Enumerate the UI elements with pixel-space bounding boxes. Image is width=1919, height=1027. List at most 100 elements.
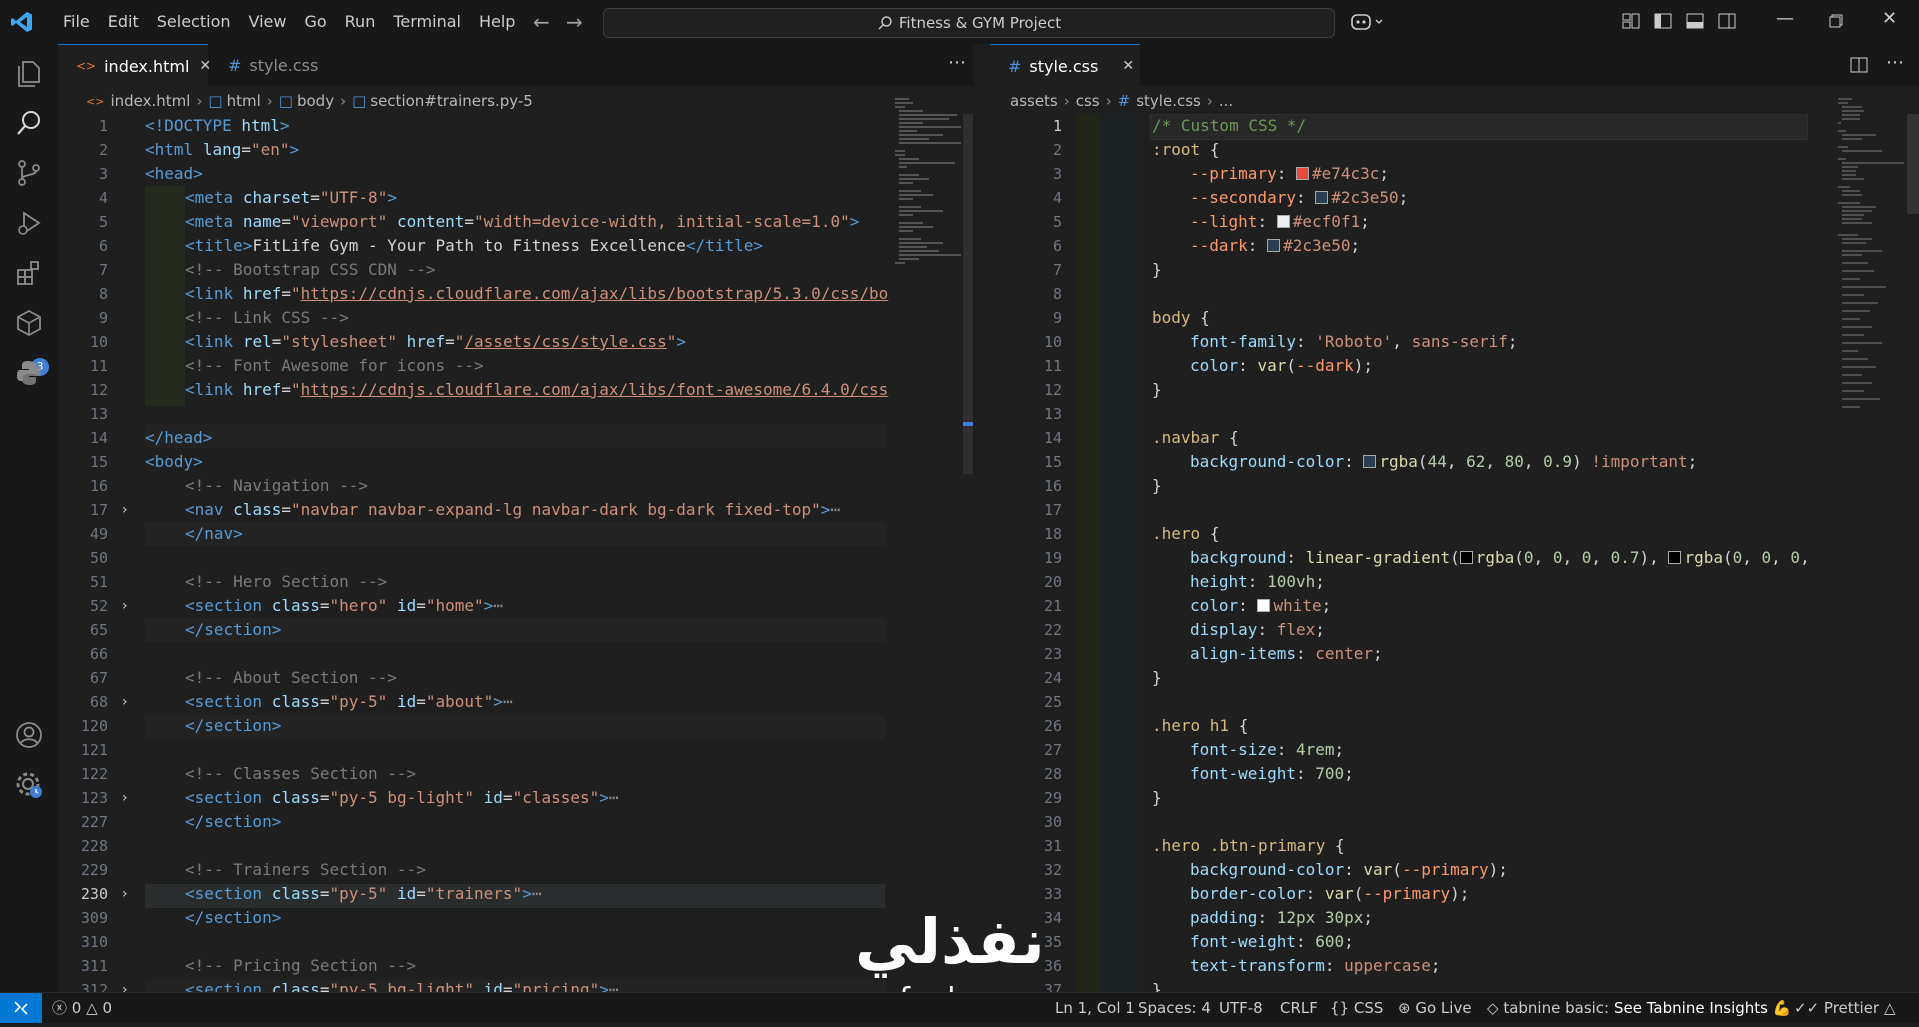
color-swatch[interactable] bbox=[1276, 215, 1290, 228]
forward-arrow-icon[interactable]: → bbox=[566, 10, 583, 34]
tabnine-status[interactable]: ◇ tabnine basic: bbox=[1487, 993, 1609, 1023]
fold-chevron-icon[interactable]: › bbox=[122, 882, 128, 906]
line-number: 17 bbox=[1043, 501, 1062, 519]
code-editor-right[interactable]: 1 2 3 4 5 6 7 8 9 10 11 12 13 14 15 16 17 18 19 20 21 22 23 24 2… bbox=[990, 114, 1820, 992]
breadcrumb-item[interactable]: html bbox=[227, 92, 261, 110]
copilot-icon[interactable] bbox=[1350, 12, 1386, 32]
editor-group-right: # style.css ✕ ⋯ assets › css › # style.c… bbox=[990, 44, 1919, 992]
breadcrumb-item[interactable]: ... bbox=[1219, 92, 1233, 110]
run-debug-icon[interactable] bbox=[14, 208, 44, 238]
encoding[interactable]: UTF-8 bbox=[1219, 993, 1263, 1023]
code-line: <!-- Trainers Section --> bbox=[185, 860, 426, 879]
remote-indicator[interactable] bbox=[0, 993, 42, 1023]
minimize-icon[interactable]: — bbox=[1776, 8, 1794, 29]
customize-layout-icon[interactable] bbox=[1622, 12, 1640, 30]
code-line: <!-- Link CSS --> bbox=[185, 308, 349, 327]
problems-indicator[interactable]: ⓧ 0 △ 0 bbox=[52, 993, 112, 1023]
line-number: 29 bbox=[1043, 789, 1062, 807]
fold-chevron-icon[interactable]: › bbox=[122, 498, 128, 522]
line-number: 309 bbox=[80, 909, 108, 927]
code-line: <meta charset="UTF-8"> bbox=[185, 188, 397, 207]
menu-terminal[interactable]: Terminal bbox=[384, 0, 470, 44]
breadcrumb-item[interactable]: style.css bbox=[1136, 92, 1201, 110]
menu-go[interactable]: Go bbox=[295, 0, 335, 44]
line-number: 122 bbox=[80, 765, 108, 783]
fold-chevron-icon[interactable]: › bbox=[122, 978, 128, 992]
accounts-icon[interactable] bbox=[14, 720, 44, 750]
line-number: 25 bbox=[1043, 693, 1062, 711]
indentation[interactable]: Spaces: 4 bbox=[1138, 993, 1211, 1023]
menu-run[interactable]: Run bbox=[336, 0, 385, 44]
back-arrow-icon[interactable]: ← bbox=[533, 10, 550, 34]
language-mode[interactable]: {} CSS bbox=[1330, 993, 1383, 1023]
more-actions-icon[interactable]: ⋯ bbox=[948, 52, 966, 73]
toggle-secondary-sidebar-icon[interactable] bbox=[1718, 12, 1736, 30]
close-tab-icon[interactable]: ✕ bbox=[1122, 58, 1134, 74]
code-line: display: flex; bbox=[1190, 620, 1325, 639]
more-actions-icon[interactable]: ⋯ bbox=[1886, 52, 1904, 73]
toggle-panel-icon[interactable] bbox=[1686, 12, 1704, 30]
command-center-search[interactable]: Fitness & GYM Project bbox=[603, 8, 1335, 38]
manage-gear-icon[interactable] bbox=[14, 770, 44, 800]
minimap-right[interactable] bbox=[1836, 94, 1904, 974]
line-number: 7 bbox=[1052, 261, 1062, 279]
remote-explorer-icon[interactable] bbox=[14, 308, 44, 338]
tabnine-insights-link[interactable]: See Tabnine Insights 💪 bbox=[1614, 993, 1791, 1023]
line-number: 1 bbox=[1052, 117, 1062, 135]
minimap-left[interactable] bbox=[893, 94, 961, 974]
menu-help[interactable]: Help bbox=[470, 0, 524, 44]
fold-chevron-icon[interactable]: › bbox=[122, 594, 128, 618]
breadcrumb-item[interactable]: assets bbox=[1010, 92, 1058, 110]
color-swatch[interactable] bbox=[1363, 455, 1377, 468]
explorer-icon[interactable] bbox=[14, 58, 44, 88]
search-sidebar-icon[interactable] bbox=[14, 108, 44, 138]
line-number: 23 bbox=[1043, 645, 1062, 663]
restore-icon[interactable] bbox=[1829, 14, 1843, 28]
end-of-line[interactable]: CRLF bbox=[1280, 993, 1318, 1023]
scrollbar-right[interactable] bbox=[1907, 114, 1919, 214]
cursor-position[interactable]: Ln 1, Col 1 bbox=[1055, 993, 1135, 1023]
menu-selection[interactable]: Selection bbox=[148, 0, 240, 44]
line-number: 229 bbox=[80, 861, 108, 879]
python-icon[interactable] bbox=[14, 358, 44, 388]
line-number: 7 bbox=[98, 261, 108, 279]
menu-file[interactable]: File bbox=[54, 0, 99, 44]
code-line: <section class="hero" id="home">⋯ bbox=[185, 596, 503, 615]
prettier-status[interactable]: ✓✓ Prettier bbox=[1794, 993, 1879, 1023]
code-line: } bbox=[1152, 476, 1162, 495]
source-control-icon[interactable] bbox=[14, 158, 44, 188]
tab-style-css[interactable]: # style.css ✕ bbox=[990, 44, 1140, 87]
line-number: 15 bbox=[89, 453, 108, 471]
color-swatch[interactable] bbox=[1315, 191, 1329, 204]
code-editor-left[interactable]: 1 2 3 4 5 6 7 8 9 10 11 12 13 14 15 16 17 › 49 50 51 52 › 65 66 6… bbox=[58, 114, 888, 992]
line-number: 16 bbox=[1043, 477, 1062, 495]
code-line: font-weight: 600; bbox=[1190, 932, 1354, 951]
extensions-icon[interactable] bbox=[14, 258, 44, 288]
color-swatch[interactable] bbox=[1257, 599, 1271, 612]
fold-chevron-icon[interactable]: › bbox=[122, 690, 128, 714]
search-icon bbox=[878, 16, 892, 30]
line-number: 5 bbox=[98, 213, 108, 231]
close-window-icon[interactable]: ✕ bbox=[1882, 8, 1897, 29]
breadcrumb-item[interactable]: css bbox=[1076, 92, 1100, 110]
fold-chevron-icon[interactable]: › bbox=[122, 786, 128, 810]
toggle-primary-sidebar-icon[interactable] bbox=[1654, 12, 1672, 30]
menu-edit[interactable]: Edit bbox=[99, 0, 148, 44]
tab-style-css[interactable]: # style.css bbox=[208, 44, 348, 86]
color-swatch[interactable] bbox=[1668, 551, 1682, 564]
go-live-button[interactable]: ⊛ Go Live bbox=[1398, 993, 1472, 1023]
breadcrumb-item[interactable]: section#trainers.py-5 bbox=[370, 92, 533, 110]
breadcrumb-item[interactable]: index.html bbox=[110, 92, 190, 110]
color-swatch[interactable] bbox=[1459, 551, 1473, 564]
line-number: 120 bbox=[80, 717, 108, 735]
menu-view[interactable]: View bbox=[240, 0, 296, 44]
split-editor-icon[interactable] bbox=[1850, 56, 1868, 74]
color-swatch[interactable] bbox=[1267, 239, 1281, 252]
code-line: font-size: 4rem; bbox=[1190, 740, 1345, 759]
notifications-bell-icon[interactable]: △ bbox=[1884, 993, 1896, 1023]
scrollbar-left[interactable] bbox=[963, 114, 973, 474]
color-swatch[interactable] bbox=[1295, 167, 1309, 180]
html-file-icon: <> bbox=[76, 59, 97, 73]
breadcrumb-item[interactable]: body bbox=[297, 92, 334, 110]
tab-index-html[interactable]: <> index.html ✕ bbox=[58, 44, 211, 87]
